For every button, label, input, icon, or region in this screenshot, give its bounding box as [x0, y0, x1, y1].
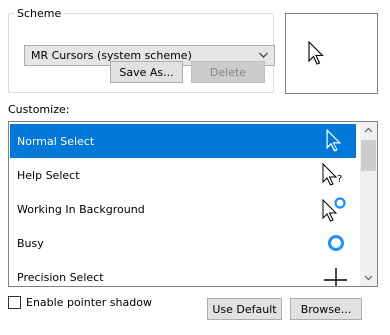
list-item-label: Working In Background — [17, 202, 145, 216]
scrollbar-thumb[interactable] — [361, 140, 376, 171]
browse-button[interactable]: Browse... — [290, 298, 362, 320]
use-default-button[interactable]: Use Default — [207, 298, 282, 320]
pointer-shadow-label: Enable pointer shadow — [26, 296, 152, 309]
list-item-label: Busy — [17, 236, 44, 250]
list-scrollbar[interactable] — [360, 122, 377, 286]
chevron-down-icon — [259, 52, 268, 58]
mouse-pointers-panel: MR Cursors (system scheme) Save As... De… — [0, 0, 390, 335]
help-cursor-icon: ? — [322, 162, 342, 186]
arrow-cursor-icon — [308, 41, 324, 65]
crosshair-cursor-icon — [324, 268, 347, 286]
list-item-precision-select[interactable]: Precision Select — [10, 260, 356, 286]
list-item-help-select[interactable]: Help Select ? — [10, 158, 356, 192]
scroll-up-icon[interactable] — [360, 122, 377, 139]
working-cursor-icon — [322, 197, 346, 222]
list-item-working-in-background[interactable]: Working In Background — [10, 192, 356, 226]
save-as-button[interactable]: Save As... — [110, 61, 183, 83]
svg-text:?: ? — [337, 174, 342, 185]
busy-cursor-icon — [328, 235, 344, 251]
cursor-preview — [285, 13, 378, 94]
customize-label: Customize: — [8, 103, 70, 116]
scroll-down-icon[interactable] — [360, 269, 377, 286]
arrow-cursor-icon — [326, 128, 342, 152]
scheme-groupbox: MR Cursors (system scheme) Save As... De… — [8, 13, 275, 93]
list-item-label: Normal Select — [17, 134, 95, 148]
cursor-list[interactable]: Normal Select Help Select ? Working In B… — [8, 121, 378, 287]
list-item-busy[interactable]: Busy — [10, 226, 356, 260]
pointer-shadow-option[interactable]: Enable pointer shadow — [8, 296, 152, 309]
scheme-group-label: Scheme — [14, 7, 65, 21]
list-item-normal-select[interactable]: Normal Select — [10, 124, 356, 158]
delete-button: Delete — [191, 61, 265, 83]
pointer-shadow-checkbox[interactable] — [8, 296, 21, 309]
list-item-label: Precision Select — [17, 270, 104, 284]
list-item-label: Help Select — [17, 168, 80, 182]
